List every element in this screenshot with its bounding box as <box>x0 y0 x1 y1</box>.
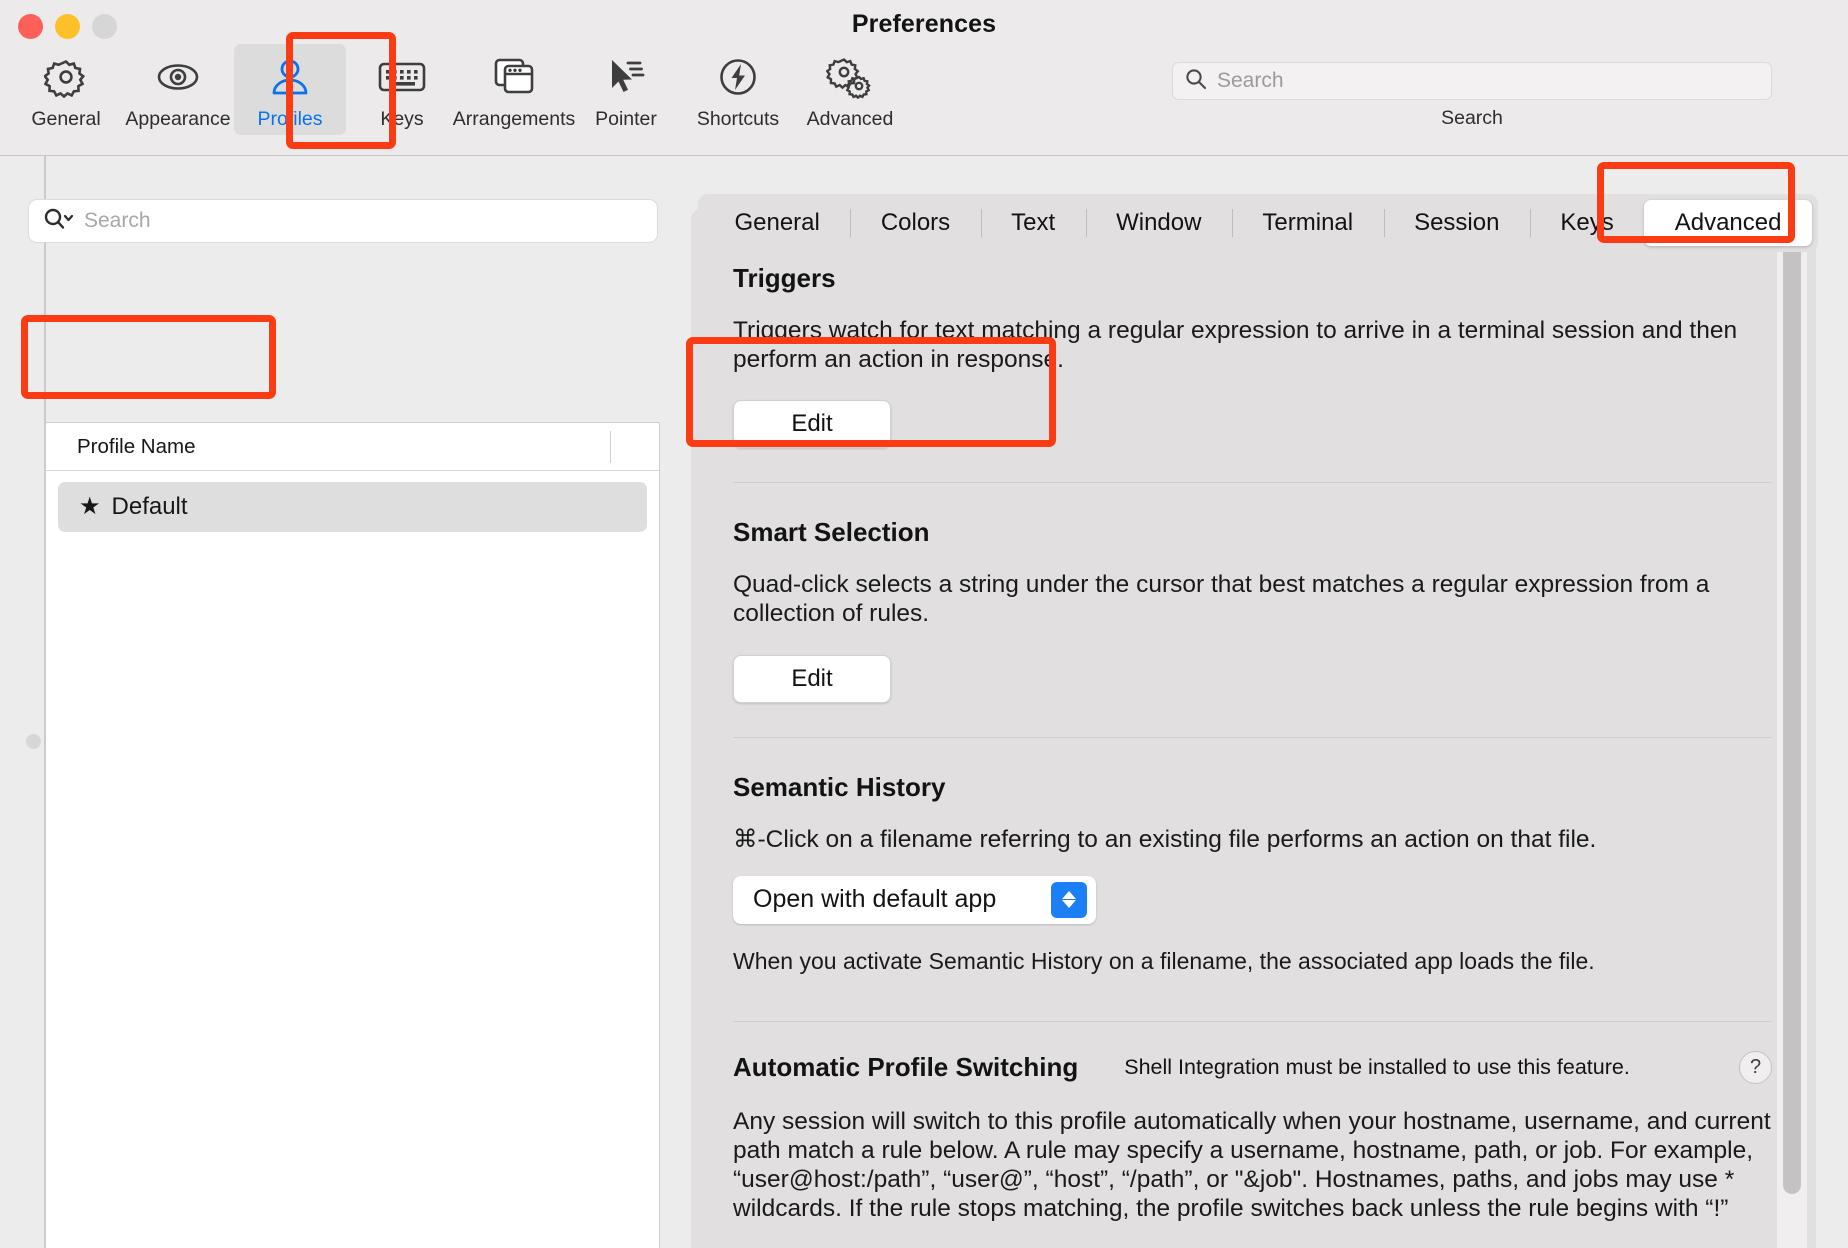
section-title: Triggers <box>733 263 1772 294</box>
sidebar-search-input[interactable]: Search <box>28 199 658 243</box>
tab-keys[interactable]: Keys <box>1530 200 1644 246</box>
sidebar-splitter-handle[interactable] <box>26 734 41 749</box>
profiles-sidebar: Search Profile Name ★ Default Tags > + − <box>0 156 688 1248</box>
keyboard-icon <box>377 52 427 102</box>
column-divider[interactable] <box>610 431 611 463</box>
profile-name-label: Default <box>112 493 188 521</box>
section-automatic-profile-switching: Automatic Profile Switching Shell Integr… <box>733 1052 1772 1224</box>
tab-session[interactable]: Session <box>1384 200 1530 246</box>
advanced-settings-content: Triggers Triggers watch for text matchin… <box>691 208 1816 1248</box>
toolbar-item-label: Advanced <box>807 108 894 131</box>
section-description: ⌘-Click on a filename referring to an ex… <box>733 825 1772 854</box>
sidebar-search-placeholder: Search <box>84 209 151 233</box>
toolbar-item-label: Arrangements <box>453 108 575 131</box>
person-icon <box>268 52 312 102</box>
toolbar-item-shortcuts[interactable]: Shortcuts <box>682 44 794 135</box>
bolt-circle-icon <box>716 52 760 102</box>
section-title: Semantic History <box>733 772 1772 803</box>
tab-advanced[interactable]: Advanced <box>1644 200 1812 246</box>
shell-integration-hint: Shell Integration must be installed to u… <box>1124 1055 1630 1080</box>
preferences-toolbar: General Appearance <box>10 44 906 135</box>
gear-icon <box>44 52 88 102</box>
toolbar-item-label: Appearance <box>125 108 230 131</box>
tab-terminal[interactable]: Terminal <box>1232 200 1384 246</box>
section-divider <box>733 482 1772 483</box>
search-dropdown-icon[interactable] <box>43 207 75 236</box>
window-title: Preferences <box>0 10 1848 39</box>
preferences-window: Preferences General <box>0 0 1848 1248</box>
window-body: Search Profile Name ★ Default Tags > + − <box>0 156 1848 1248</box>
toolbar-item-appearance[interactable]: Appearance <box>122 44 234 135</box>
section-divider <box>733 737 1772 738</box>
tab-text[interactable]: Text <box>981 200 1086 246</box>
toolbar-item-label: Keys <box>380 108 423 131</box>
semantic-history-selected-value: Open with default app <box>753 885 996 914</box>
search-icon <box>1185 68 1207 95</box>
eye-icon <box>154 52 202 102</box>
section-semantic-history: Semantic History ⌘-Click on a filename r… <box>733 772 1772 975</box>
table-row[interactable]: ★ Default <box>58 482 647 532</box>
section-description: Triggers watch for text matching a regul… <box>733 316 1772 374</box>
tab-colors[interactable]: Colors <box>850 200 980 246</box>
tab-general[interactable]: General <box>704 200 850 246</box>
section-triggers: Triggers Triggers watch for text matchin… <box>733 263 1772 448</box>
settings-tabbar: General Colors Text Window Terminal Sess… <box>698 194 1818 252</box>
search-caption: Search <box>1172 107 1772 130</box>
tab-window[interactable]: Window <box>1086 200 1232 246</box>
column-header-profile-name[interactable]: Profile Name <box>46 435 196 459</box>
toolbar-item-advanced[interactable]: Advanced <box>794 44 906 135</box>
help-icon[interactable]: ? <box>1739 1051 1772 1084</box>
section-divider <box>733 1021 1772 1022</box>
section-title: Smart Selection <box>733 517 1772 548</box>
toolbar-item-label: General <box>31 108 100 131</box>
toolbar-item-profiles[interactable]: Profiles <box>234 44 346 135</box>
section-smart-selection: Smart Selection Quad-click selects a str… <box>733 517 1772 702</box>
toolbar-item-label: Pointer <box>595 108 657 131</box>
stepper-icon[interactable] <box>1051 882 1087 918</box>
advanced-settings-card: Triggers Triggers watch for text matchin… <box>691 208 1816 1248</box>
section-description: Quad-click selects a string under the cu… <box>733 570 1772 628</box>
toolbar-item-general[interactable]: General <box>10 44 122 135</box>
semantic-history-action-select[interactable]: Open with default app <box>733 876 1096 924</box>
window-titlebar: Preferences General <box>0 0 1848 156</box>
semantic-history-note: When you activate Semantic History on a … <box>733 948 1772 975</box>
smart-selection-edit-button[interactable]: Edit <box>733 655 891 703</box>
toolbar-search-area: Search Search <box>1172 62 1772 130</box>
profile-settings-pane: Triggers Triggers watch for text matchin… <box>688 156 1848 1248</box>
section-header-row: Automatic Profile Switching Shell Integr… <box>733 1052 1772 1083</box>
vertical-scrollbar-thumb[interactable] <box>1783 228 1801 1194</box>
section-description: Any session will switch to this profile … <box>733 1107 1772 1224</box>
gears-icon <box>826 52 874 102</box>
star-icon: ★ <box>79 495 101 519</box>
toolbar-item-arrangements[interactable]: Arrangements <box>458 44 570 135</box>
table-header: Profile Name <box>46 423 659 471</box>
triggers-edit-button[interactable]: Edit <box>733 400 891 448</box>
toolbar-item-label: Profiles <box>257 108 322 131</box>
cursor-icon <box>603 52 649 102</box>
search-input[interactable]: Search <box>1172 62 1772 100</box>
windows-icon <box>490 52 538 102</box>
toolbar-item-label: Shortcuts <box>697 108 779 131</box>
search-placeholder: Search <box>1217 69 1284 93</box>
profile-table[interactable]: Profile Name ★ Default <box>45 422 660 1248</box>
toolbar-item-keys[interactable]: Keys <box>346 44 458 135</box>
toolbar-item-pointer[interactable]: Pointer <box>570 44 682 135</box>
section-title: Automatic Profile Switching <box>733 1052 1078 1083</box>
